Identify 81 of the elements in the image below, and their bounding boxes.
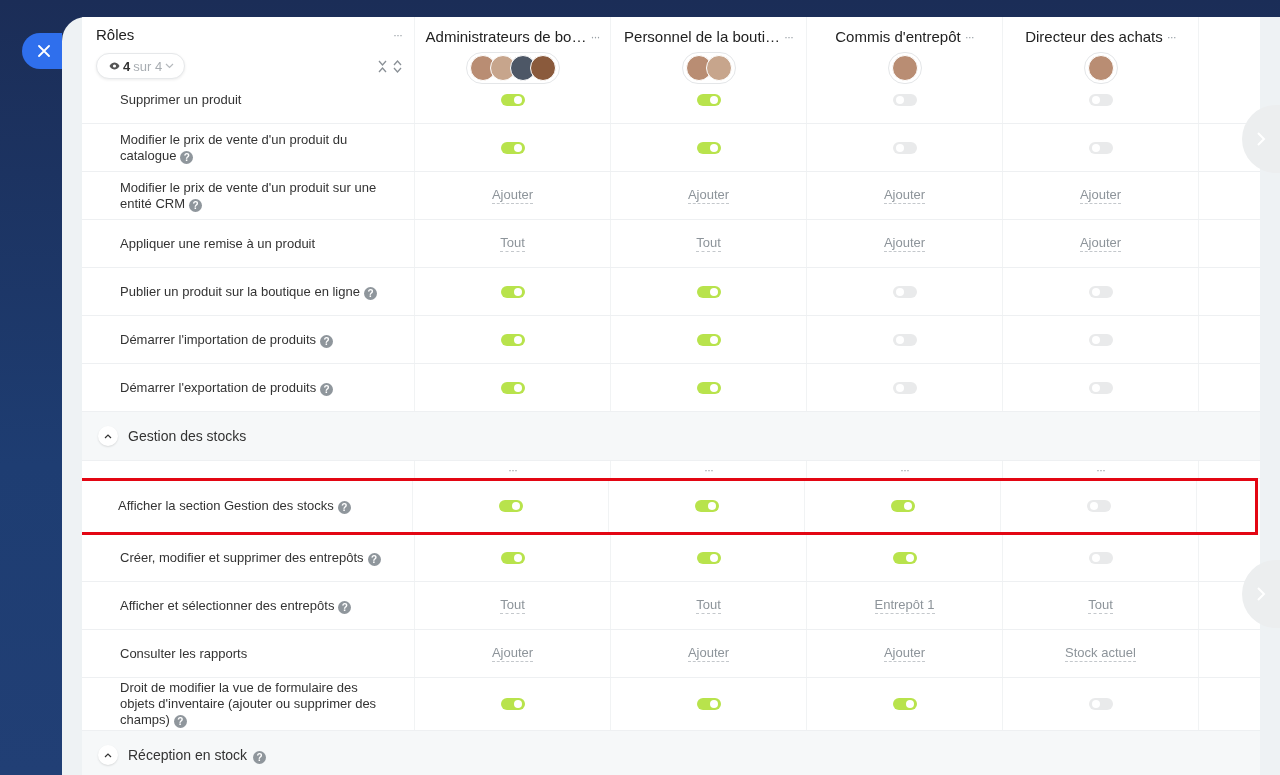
menu-button[interactable]: ··· bbox=[783, 29, 793, 44]
toggle-switch[interactable] bbox=[696, 141, 721, 154]
toggle-switch[interactable] bbox=[694, 500, 719, 512]
avatar bbox=[529, 55, 556, 81]
toggle-switch[interactable] bbox=[500, 93, 525, 106]
toggle-switch[interactable] bbox=[696, 551, 721, 564]
toggle-switch[interactable] bbox=[696, 93, 721, 106]
permission-label: Appliquer une remise à un produit bbox=[120, 235, 316, 252]
toggle-switch[interactable] bbox=[500, 141, 525, 154]
role-column-title: Commis d'entrepôt bbox=[835, 28, 961, 45]
toggle-switch[interactable] bbox=[498, 500, 523, 512]
value-link[interactable]: Tout bbox=[696, 235, 721, 252]
section-header[interactable]: Réception en stock ? bbox=[82, 731, 1260, 775]
value-link[interactable]: Tout bbox=[1088, 597, 1113, 614]
roles-title: Rôles bbox=[96, 26, 135, 43]
value-link[interactable]: Tout bbox=[500, 597, 525, 614]
toggle-switch[interactable] bbox=[500, 285, 525, 298]
permission-label: Démarrer l'exportation de produits ? bbox=[120, 379, 334, 396]
value-link[interactable]: Entrepôt 1 bbox=[874, 597, 935, 614]
permission-label: Publier un produit sur la boutique en ligne ? bbox=[120, 283, 377, 300]
section-title: Gestion des stocks bbox=[128, 428, 247, 444]
permission-label: Modifier le prix de vente d'un produit sur une entité CRM ? bbox=[120, 179, 378, 212]
role-column-title: Administrateurs de bo… bbox=[425, 28, 587, 45]
value-link[interactable]: Ajouter bbox=[1079, 235, 1122, 252]
avatar bbox=[705, 55, 732, 81]
menu-button[interactable]: ··· bbox=[964, 29, 974, 44]
role-filter-button[interactable]: 4 sur 4 bbox=[96, 53, 186, 79]
value-link[interactable]: Ajouter bbox=[883, 235, 926, 252]
permission-label: Créer, modifier et supprimer des entrepôts ? bbox=[120, 549, 381, 566]
avatar-group[interactable] bbox=[465, 52, 560, 84]
value-link[interactable]: Ajouter bbox=[491, 187, 534, 204]
menu-button[interactable]: ··· bbox=[704, 462, 713, 477]
toggle-switch[interactable] bbox=[500, 333, 525, 346]
toggle-switch[interactable] bbox=[696, 333, 721, 346]
expand-all-icon[interactable] bbox=[393, 59, 402, 73]
toggle-switch[interactable] bbox=[696, 698, 721, 710]
permission-label: Droit de modifier la vue de formulaire des objets d'inventaire (ajouter ou supprimer des champs) ? bbox=[120, 680, 378, 728]
chevron-icon bbox=[104, 752, 112, 758]
permission-label: Modifier le prix de vente d'un produit du catalogue ? bbox=[120, 131, 349, 164]
value-link[interactable]: Ajouter bbox=[1079, 187, 1122, 204]
value-link[interactable]: Ajouter bbox=[687, 187, 730, 204]
avatar bbox=[1087, 55, 1114, 81]
section-header[interactable]: Gestion des stocks bbox=[82, 412, 1260, 461]
chevron-down-icon bbox=[165, 63, 175, 69]
permission-label: Démarrer l'importation de produits ? bbox=[120, 331, 334, 348]
toggle-switch[interactable] bbox=[696, 381, 721, 394]
value-link[interactable]: Ajouter bbox=[883, 645, 926, 662]
section-title: Réception en stock ? bbox=[128, 746, 267, 764]
permission-label: Supprimer un produit bbox=[120, 92, 242, 108]
value-link[interactable]: Stock actuel bbox=[1065, 645, 1136, 662]
value-link[interactable]: Ajouter bbox=[687, 645, 730, 662]
value-link[interactable]: Ajouter bbox=[491, 645, 534, 662]
permission-label: Consulter les rapports bbox=[120, 645, 248, 662]
close-icon bbox=[38, 45, 50, 57]
toggle-switch[interactable] bbox=[500, 698, 525, 710]
menu-button[interactable]: ··· bbox=[1166, 29, 1176, 44]
avatar bbox=[891, 55, 918, 81]
chevron-icon bbox=[104, 433, 112, 439]
menu-button[interactable]: ··· bbox=[1096, 462, 1105, 477]
value-link[interactable]: Ajouter bbox=[883, 187, 926, 204]
collapse-button[interactable] bbox=[98, 745, 118, 765]
toggle-switch[interactable] bbox=[500, 551, 525, 564]
menu-button[interactable]: ··· bbox=[508, 462, 517, 477]
value-link[interactable]: Tout bbox=[696, 597, 721, 614]
toggle-switch[interactable] bbox=[892, 698, 917, 710]
toggle-switch[interactable] bbox=[500, 381, 525, 394]
collapse-button[interactable] bbox=[98, 426, 118, 446]
menu-button[interactable]: ··· bbox=[590, 29, 600, 44]
eye-icon bbox=[109, 62, 120, 70]
permission-label: Afficher et sélectionner des entrepôts ? bbox=[120, 597, 352, 614]
role-column-title: Personnel de la bouti… bbox=[624, 28, 780, 45]
menu-button[interactable]: ··· bbox=[393, 26, 402, 43]
close-button[interactable] bbox=[22, 33, 62, 69]
toggle-switch[interactable] bbox=[696, 285, 721, 298]
role-column-title: Directeur des achats bbox=[1025, 28, 1163, 45]
collapse-all-icon[interactable] bbox=[378, 59, 387, 73]
toggle-switch[interactable] bbox=[892, 551, 917, 564]
permission-label: Afficher la section Gestion des stocks ? bbox=[118, 498, 351, 514]
menu-button[interactable]: ··· bbox=[900, 462, 909, 477]
toggle-switch[interactable] bbox=[890, 500, 915, 512]
value-link[interactable]: Tout bbox=[500, 235, 525, 252]
